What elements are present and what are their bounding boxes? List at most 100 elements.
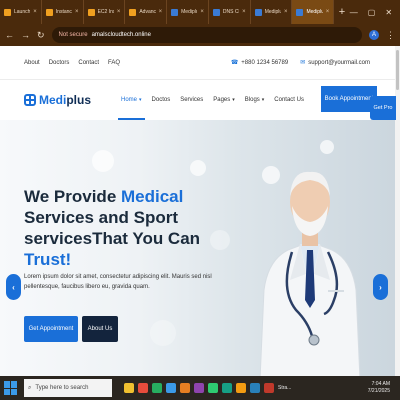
taskbar-app-icon[interactable] (222, 383, 232, 393)
tab-favicon-icon (129, 8, 137, 16)
nav-item-label: Home (121, 97, 138, 103)
nav-item-label: Pages (213, 97, 231, 103)
nav-item-contact-us[interactable]: Contact Us (269, 80, 309, 120)
browser-tab[interactable]: DNS Che..× (209, 0, 251, 24)
nav-item-label: Blogs (244, 97, 260, 103)
windows-start-icon[interactable] (4, 381, 18, 395)
browser-tab[interactable]: Instanc..× (42, 0, 84, 24)
minimize-button[interactable]: — (350, 8, 358, 17)
top-info-bar: About Doctors Contact FAQ ☎ +880 1234 567… (0, 46, 395, 80)
top-link-about[interactable]: About (24, 60, 40, 66)
forward-icon[interactable]: → (21, 30, 30, 40)
tab-close-icon[interactable]: × (33, 9, 37, 15)
browser-tab[interactable]: Mediplus × (292, 0, 335, 24)
hero-banner: We Provide Medical Services and Sport se… (0, 120, 395, 376)
slider-prev-button[interactable]: ‹ (6, 274, 21, 300)
top-links: About Doctors Contact FAQ (24, 60, 120, 66)
taskbar-app-icon[interactable] (124, 383, 134, 393)
tab-close-icon[interactable]: × (117, 9, 121, 15)
taskbar-app-label[interactable]: Stra... (278, 385, 291, 391)
taskbar-app-icon[interactable] (166, 383, 176, 393)
taskbar-app-icon[interactable] (264, 383, 274, 393)
phone-number[interactable]: +880 1234 56789 (241, 60, 288, 66)
tab-title: Mediplus (306, 9, 322, 15)
nav-item-doctos[interactable]: Doctos (147, 80, 176, 120)
nav-item-label: Contact Us (274, 97, 304, 103)
system-clock[interactable]: 7:04 AM 7/21/2025 (368, 381, 400, 395)
taskbar-app-icon[interactable] (250, 383, 260, 393)
tab-favicon-icon (4, 8, 11, 16)
taskbar-search-placeholder: Type here to search (35, 385, 89, 391)
address-bar: ← → ↻ Not secure amalscloudtech.online A… (0, 24, 400, 46)
taskbar-app-icon[interactable] (152, 383, 162, 393)
tab-close-icon[interactable]: × (75, 9, 79, 15)
phone-icon: ☎ (230, 60, 239, 66)
taskbar-app-icon[interactable] (208, 383, 218, 393)
logo-prefix: Medi (39, 93, 67, 107)
nav-item-services[interactable]: Services (175, 80, 208, 120)
book-appointment-button[interactable]: Book Appointment (321, 86, 377, 112)
chevron-down-icon: ▾ (232, 97, 235, 103)
contact-info: ☎ +880 1234 56789 ✉ support@yourmail.com (230, 59, 395, 67)
taskbar-app-icon[interactable] (194, 383, 204, 393)
doctor-image (259, 171, 361, 376)
browser-tab[interactable]: Launch ..× (0, 0, 42, 24)
bokeh-decoration (150, 320, 176, 346)
hero-description: Lorem ipsum dolor sit amet, consectetur … (24, 274, 212, 290)
headline-part: Services and Sport servicesThat You Can (24, 208, 201, 248)
browser-tab-strip: Launch ..×Instanc..×EC2 Insta..×Advance.… (0, 0, 400, 24)
tab-close-icon[interactable]: × (200, 9, 204, 15)
tab-favicon-icon (171, 8, 179, 16)
tab-favicon-icon (87, 8, 95, 16)
hero-headline: We Provide Medical Services and Sport se… (24, 186, 244, 270)
nav-item-home[interactable]: Home ▾ (116, 80, 147, 120)
main-navigation: Mediplus Home ▾ Doctos Services Pages ▾ Bl… (0, 80, 396, 120)
profile-avatar[interactable]: A (369, 30, 379, 40)
logo-suffix: plus (66, 93, 92, 107)
reload-icon[interactable]: ↻ (37, 30, 45, 41)
search-icon: ⌕ (28, 384, 32, 391)
taskbar-app-icon[interactable] (138, 383, 148, 393)
new-tab-button[interactable]: + (334, 0, 350, 24)
top-link-doctors[interactable]: Doctors (49, 60, 70, 66)
browser-tab[interactable]: EC2 Insta..× (84, 0, 126, 24)
get-pro-button[interactable]: Get Pro (370, 96, 396, 120)
medical-cross-icon (24, 94, 36, 106)
browser-tab[interactable]: Mediplus× (167, 0, 209, 24)
slider-next-button[interactable]: › (373, 274, 388, 300)
tab-favicon-icon (45, 8, 53, 16)
url-input[interactable]: Not secure amalscloudtech.online (51, 27, 362, 43)
nav-item-pages[interactable]: Pages ▾ (208, 80, 240, 120)
headline-highlight: Trust! (24, 250, 72, 269)
taskbar-app-icon[interactable] (236, 383, 246, 393)
maximize-button[interactable]: ▢ (368, 8, 376, 17)
close-window-button[interactable]: ✕ (385, 8, 392, 17)
get-appointment-button[interactable]: Get Appointment (24, 316, 78, 342)
tab-close-icon[interactable]: × (159, 9, 163, 15)
taskbar-app-icon[interactable] (180, 383, 190, 393)
browser-tab[interactable]: Advance..× (125, 0, 168, 24)
tab-close-icon[interactable]: × (326, 9, 330, 15)
url-text: amalscloudtech.online (91, 32, 151, 38)
bokeh-decoration (190, 160, 206, 176)
browser-tab[interactable]: Mediplus× (251, 0, 293, 24)
email-address[interactable]: support@yourmail.com (308, 60, 370, 66)
nav-item-blogs[interactable]: Blogs ▾ (240, 80, 270, 120)
site-logo[interactable]: Mediplus (24, 93, 116, 107)
not-secure-badge[interactable]: Not secure (59, 32, 88, 38)
about-us-button[interactable]: About Us (82, 316, 118, 342)
back-icon[interactable]: ← (5, 30, 14, 40)
scrollbar-thumb[interactable] (396, 50, 399, 90)
taskbar-search-input[interactable]: ⌕ Type here to search (24, 379, 112, 397)
top-link-contact[interactable]: Contact (78, 60, 99, 66)
tab-title: Mediplus (264, 9, 281, 15)
tab-close-icon[interactable]: × (242, 9, 246, 15)
tab-favicon-icon (296, 8, 304, 16)
tab-favicon-icon (212, 8, 220, 16)
clock-date: 7/21/2025 (367, 388, 390, 394)
menu-kebab-icon[interactable]: ⋮ (386, 30, 395, 41)
pinned-apps: Stra... (124, 383, 291, 393)
chevron-down-icon: ▾ (139, 97, 142, 103)
tab-close-icon[interactable]: × (284, 9, 288, 15)
top-link-faq[interactable]: FAQ (108, 60, 120, 66)
